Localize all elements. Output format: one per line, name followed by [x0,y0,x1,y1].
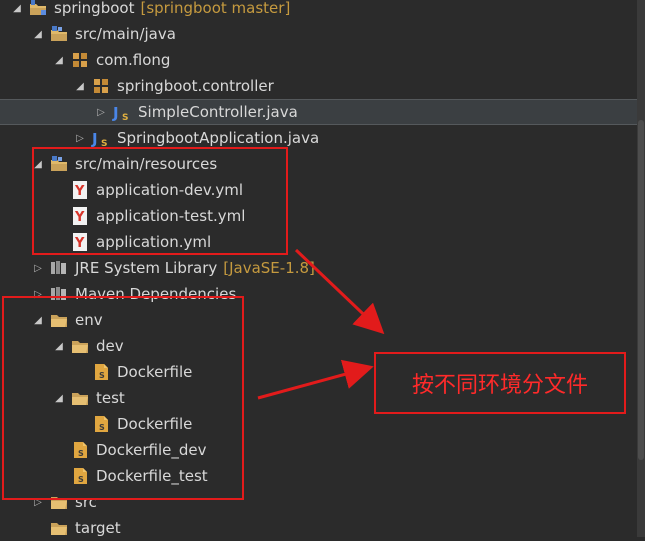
java-icon: JS [112,102,132,122]
expand-toggle-icon[interactable]: ◢ [73,79,87,93]
tree-item[interactable]: target [0,515,637,541]
tree-item[interactable]: ◢ springboot [springboot master] [0,0,637,21]
expand-toggle-icon[interactable]: ◢ [10,1,24,15]
toggle-spacer [31,521,45,535]
collapse-toggle-icon[interactable]: ▷ [73,131,87,145]
tree-item[interactable]: ◢ src/main/java [0,21,637,47]
annotation-box-env [2,296,244,500]
scrollbar-thumb[interactable] [638,120,644,460]
source-folder-icon [49,24,69,44]
tree-item-decoration: [springboot master] [140,0,291,17]
collapse-toggle-icon[interactable]: ▷ [94,105,108,119]
java-icon: JS [91,128,111,148]
tree-item[interactable]: ◢ com.flong [0,47,637,73]
tree-item[interactable]: ▷ J S SimpleController.java [0,99,637,125]
vertical-scrollbar[interactable] [637,0,645,537]
project-icon [28,0,48,18]
annotation-callout: 按不同环境分文件 [374,352,626,414]
package-icon [70,50,90,70]
library-icon [49,258,69,278]
tree-item-label: target [75,519,121,537]
svg-text:S: S [122,113,128,122]
tree-item-label: com.flong [96,51,171,69]
tree-item-label: springboot.controller [117,77,274,95]
tree-item-decoration: [JavaSE-1.8] [223,259,315,277]
expand-toggle-icon[interactable]: ◢ [52,53,66,67]
tree-item-label: SpringbootApplication.java [117,129,320,147]
package-icon [91,76,111,96]
tree-item[interactable]: ▷ JRE System Library [JavaSE-1.8] [0,255,637,281]
collapse-toggle-icon[interactable]: ▷ [31,261,45,275]
annotation-box-resources [32,147,288,255]
tree-item[interactable]: ◢ springboot.controller [0,73,637,99]
callout-text: 按不同环境分文件 [411,373,588,398]
tree-item-label: JRE System Library [75,259,218,277]
svg-text:J: J [112,104,119,122]
expand-toggle-icon[interactable]: ◢ [31,27,45,41]
folder-icon [49,518,69,538]
tree-item-label: SimpleController.java [138,103,298,121]
tree-item-label: springboot [54,0,135,17]
svg-text:J: J [91,130,98,148]
tree-item-label: src/main/java [75,25,176,43]
